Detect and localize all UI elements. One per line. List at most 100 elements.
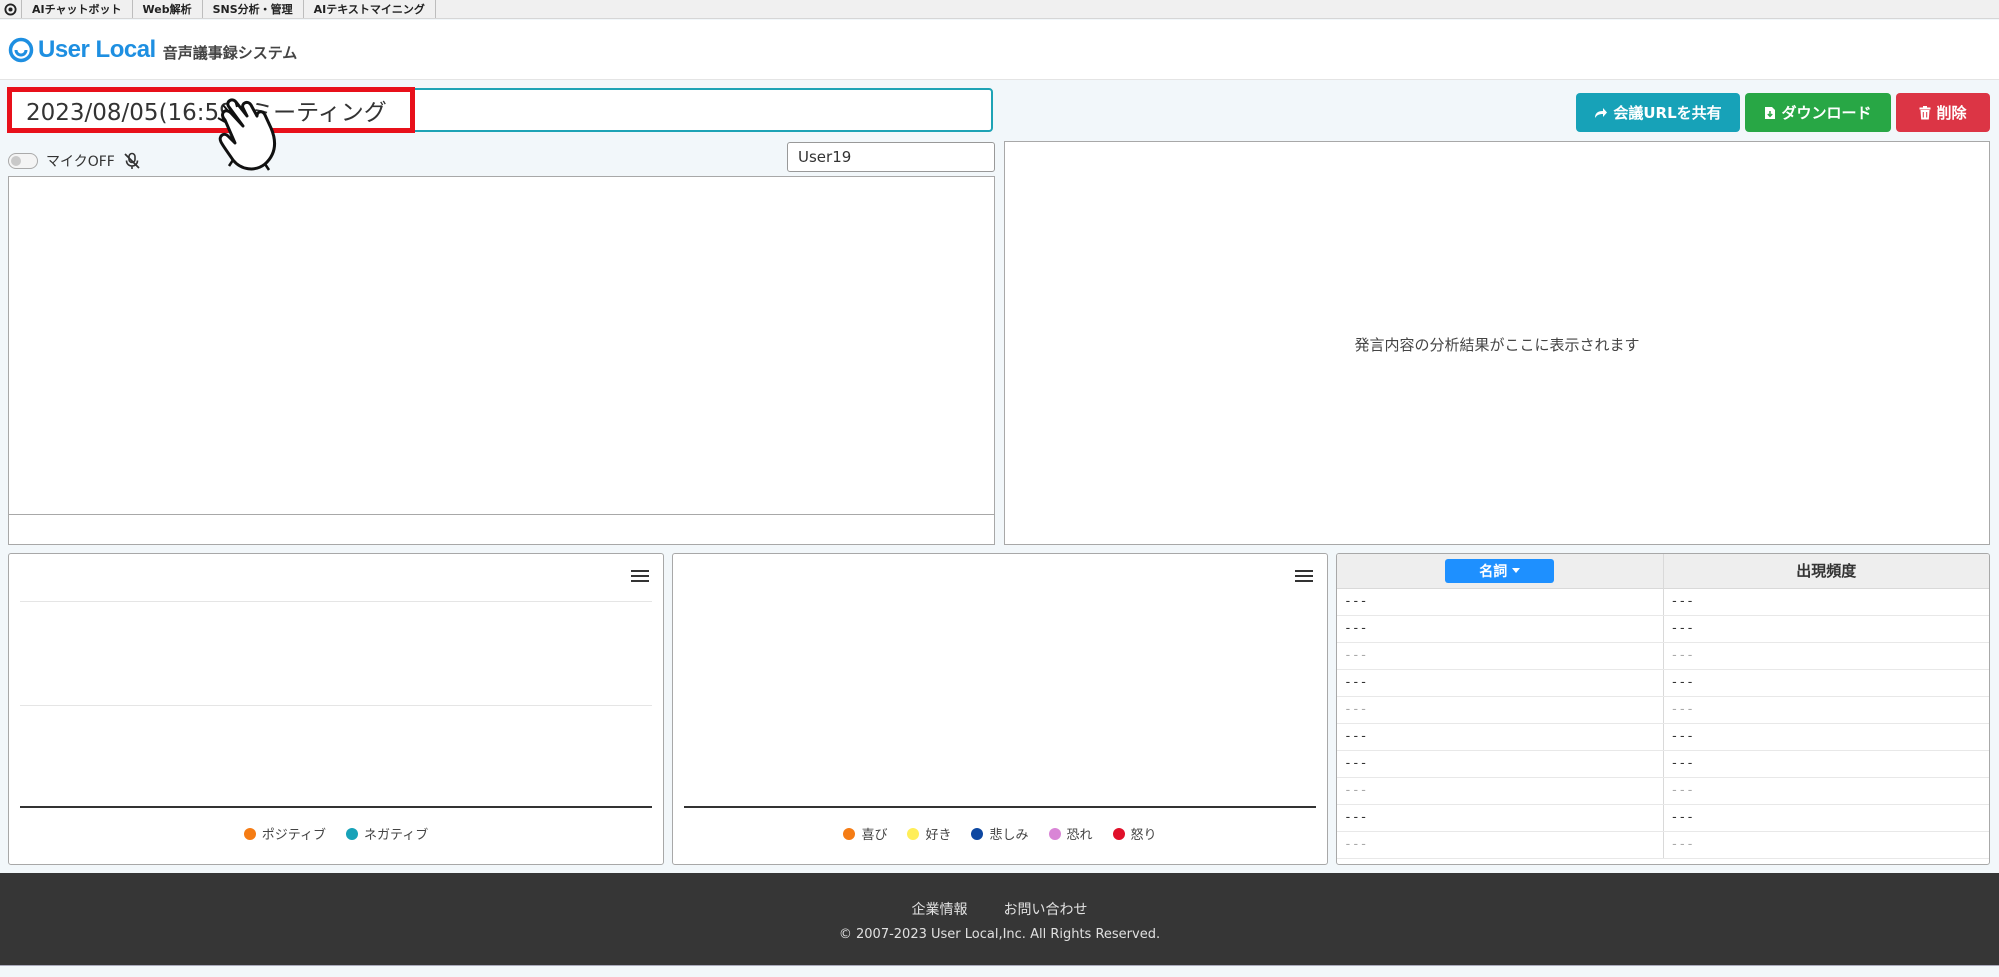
chart-menu-icon[interactable] xyxy=(1295,570,1313,584)
fear-dot-icon xyxy=(1048,827,1061,840)
copyright-text: © 2007-2023 User Local,Inc. All Rights R… xyxy=(838,927,1161,942)
service-link-chatbot[interactable]: AIチャットボット xyxy=(22,0,133,18)
word-cell: --- xyxy=(1337,777,1663,805)
chart-x-axis xyxy=(684,806,1316,808)
table-row: --- --- xyxy=(1337,804,1989,832)
bottom-strip xyxy=(0,965,1999,977)
legend-label-sadness: 悲しみ xyxy=(989,828,1029,843)
word-cell: --- xyxy=(1337,642,1663,670)
chart-x-axis xyxy=(20,806,652,808)
legend-label-positive: ポジティブ xyxy=(261,828,326,843)
analysis-placeholder: 発言内容の分析結果がここに表示されます xyxy=(1354,335,1640,354)
company-info-link[interactable]: 企業情報 xyxy=(912,899,968,919)
joy-dot-icon xyxy=(843,827,856,840)
word-cell: --- xyxy=(1337,831,1663,859)
count-cell: --- xyxy=(1662,696,1989,724)
word-frequency-card: 名詞 出現頻度 --- --- --- --- --- --- --- --- --- -… xyxy=(1336,553,1990,865)
service-link-sns[interactable]: SNS分析・管理 xyxy=(203,0,304,18)
like-dot-icon xyxy=(907,827,920,840)
pointing-hand-cursor-icon xyxy=(217,98,277,171)
service-link-text-mining[interactable]: AIテキストマイニング xyxy=(304,0,436,18)
legend-item-negative[interactable]: ネガティブ xyxy=(346,824,428,843)
count-cell: --- xyxy=(1662,831,1989,859)
legend-item-positive[interactable]: ポジティブ xyxy=(243,824,326,843)
chart-menu-icon[interactable] xyxy=(631,570,649,584)
analysis-result-panel: 発言内容の分析結果がここに表示されます xyxy=(1004,141,1990,545)
meeting-title-input[interactable] xyxy=(8,88,993,132)
mic-switch[interactable] xyxy=(8,153,38,169)
legend-label-negative: ネガティブ xyxy=(364,828,429,843)
emotion-legend: 喜び 好き 悲しみ 恐れ 怒り xyxy=(673,824,1327,843)
chart-gridline xyxy=(20,601,652,602)
count-cell: --- xyxy=(1662,723,1989,751)
legend-item-fear[interactable]: 恐れ xyxy=(1048,824,1093,843)
word-cell: --- xyxy=(1337,588,1663,616)
footer-links: 企業情報 お問い合わせ xyxy=(0,899,1999,919)
legend-item-joy[interactable]: 喜び xyxy=(843,824,887,843)
service-link-web-analytics[interactable]: Web解析 xyxy=(133,0,203,18)
word-frequency-table: 名詞 出現頻度 --- --- --- --- --- --- --- --- --- -… xyxy=(1337,554,1989,859)
app-header: User Local 音声議事録システム xyxy=(0,20,1999,80)
caret-down-icon xyxy=(1512,568,1521,574)
pos-dropdown-label: 名詞 xyxy=(1479,563,1508,580)
legend-item-like[interactable]: 好き xyxy=(907,824,951,843)
share-url-label: 会議URLを共有 xyxy=(1613,104,1722,122)
table-row: --- --- xyxy=(1337,588,1989,616)
legend-item-anger[interactable]: 怒り xyxy=(1112,824,1157,843)
sadness-dot-icon xyxy=(971,827,984,840)
service-bar: AIチャットボット Web解析 SNS分析・管理 AIテキストマイニング xyxy=(0,0,1999,19)
pos-header: 名詞 xyxy=(1337,554,1663,589)
table-row: --- --- xyxy=(1337,669,1989,697)
word-cell: --- xyxy=(1337,804,1663,832)
count-cell: --- xyxy=(1662,615,1989,643)
user-name-input[interactable] xyxy=(787,142,995,172)
brand-logo[interactable]: User Local xyxy=(8,36,156,64)
chart-gridline xyxy=(20,705,652,706)
mic-off-icon xyxy=(124,152,140,169)
table-row: --- --- xyxy=(1337,696,1989,724)
share-arrow-icon xyxy=(1595,107,1608,118)
transcript-input-bar[interactable] xyxy=(8,515,995,545)
sentiment-legend: ポジティブ ネガティブ xyxy=(9,824,663,843)
part-of-speech-dropdown[interactable]: 名詞 xyxy=(1445,558,1555,583)
download-label: ダウンロード xyxy=(1781,104,1872,122)
legend-label-anger: 怒り xyxy=(1130,828,1157,843)
share-url-button[interactable]: 会議URLを共有 xyxy=(1576,93,1740,132)
table-row: --- --- xyxy=(1337,615,1989,643)
table-row: --- --- xyxy=(1337,777,1989,805)
file-download-icon xyxy=(1765,106,1776,119)
word-cell: --- xyxy=(1337,696,1663,724)
legend-item-sadness[interactable]: 悲しみ xyxy=(971,824,1029,843)
delete-label: 削除 xyxy=(1936,104,1967,122)
count-cell: --- xyxy=(1662,642,1989,670)
count-cell: --- xyxy=(1662,669,1989,697)
app-name: 音声議事録システム xyxy=(162,43,298,62)
word-cell: --- xyxy=(1337,723,1663,751)
mic-label: マイクOFF xyxy=(46,154,115,170)
legend-label-like: 好き xyxy=(925,828,952,843)
delete-button[interactable]: 削除 xyxy=(1896,93,1990,132)
emotion-chart-card: 喜び 好き 悲しみ 恐れ 怒り xyxy=(672,553,1328,865)
userlocal-mini-logo-icon[interactable] xyxy=(0,0,22,18)
mic-toggle[interactable]: マイクOFF xyxy=(8,151,141,171)
count-cell: --- xyxy=(1662,777,1989,805)
legend-label-joy: 喜び xyxy=(861,828,888,843)
table-row: --- --- xyxy=(1337,750,1989,778)
word-cell: --- xyxy=(1337,669,1663,697)
brand-name: User Local xyxy=(38,35,156,63)
table-row: --- --- xyxy=(1337,723,1989,751)
contact-link[interactable]: お問い合わせ xyxy=(1004,899,1088,919)
word-cell: --- xyxy=(1337,750,1663,778)
transcript-area[interactable] xyxy=(8,176,995,515)
anger-dot-icon xyxy=(1112,827,1125,840)
sentiment-chart-card: ポジティブ ネガティブ xyxy=(8,553,664,865)
count-cell: --- xyxy=(1662,804,1989,832)
negative-dot-icon xyxy=(346,827,358,840)
positive-dot-icon xyxy=(243,827,256,840)
download-button[interactable]: ダウンロード xyxy=(1745,93,1891,132)
word-cell: --- xyxy=(1337,615,1663,643)
table-row: --- --- xyxy=(1337,642,1989,670)
userlocal-logo-icon xyxy=(8,37,34,62)
frequency-header: 出現頻度 xyxy=(1662,554,1989,589)
trash-icon xyxy=(1919,105,1931,119)
